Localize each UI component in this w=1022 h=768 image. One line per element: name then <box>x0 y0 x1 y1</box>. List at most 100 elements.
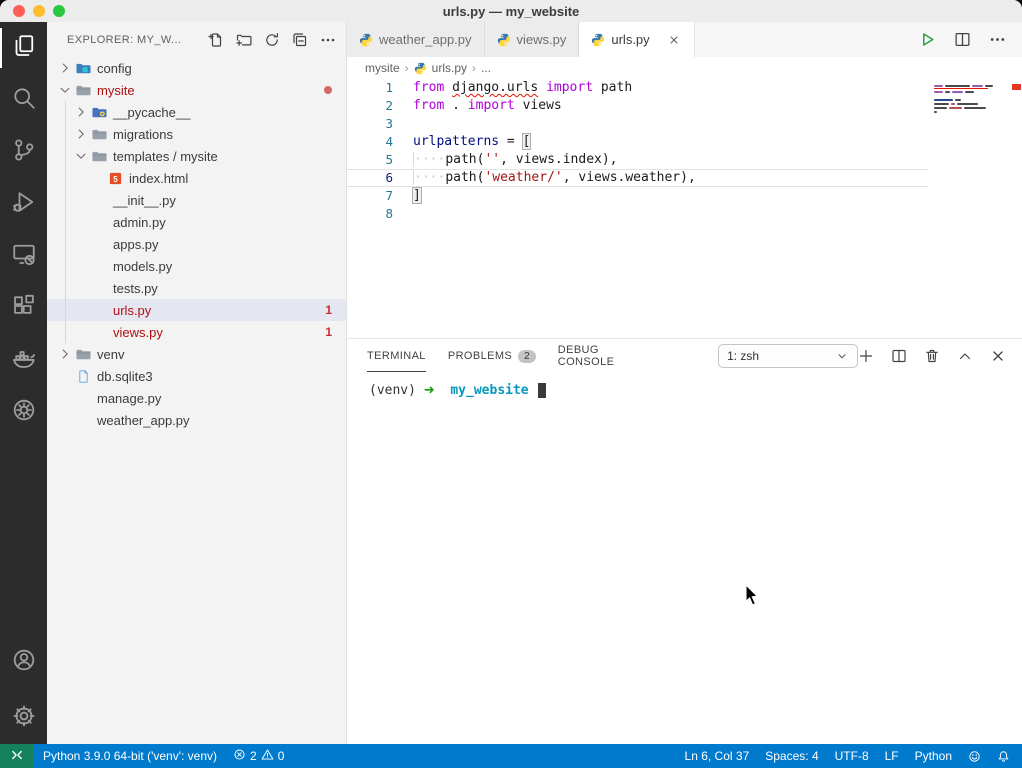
python-file-icon <box>359 33 373 47</box>
line-number: 1 <box>347 79 393 97</box>
terminal-content[interactable]: (venv) ➜ my_website <box>347 373 1022 398</box>
tab-terminal[interactable]: TERMINAL <box>367 341 426 372</box>
close-panel-button[interactable] <box>990 348 1006 364</box>
tab-urls-py[interactable]: urls.py <box>579 22 694 57</box>
new-terminal-button[interactable] <box>858 348 874 364</box>
tab-label: weather_app.py <box>379 32 472 47</box>
line-number: 5 <box>347 151 393 169</box>
code-line-4[interactable]: 4urlpatterns = [ <box>347 133 928 151</box>
activity-search[interactable] <box>0 74 47 126</box>
code-line-2[interactable]: 2from . import views <box>347 97 928 115</box>
tree-item-venv[interactable]: venv <box>47 343 346 365</box>
panel-tab-label: TERMINAL <box>367 350 426 362</box>
code-line-7[interactable]: 7] <box>347 187 928 205</box>
run-python-file-button[interactable] <box>919 31 936 48</box>
tab-label: urls.py <box>611 32 649 47</box>
html-icon: 5 <box>107 170 123 186</box>
python-interpreter-status[interactable]: Python 3.9.0 64-bit ('venv': venv) <box>43 749 217 763</box>
close-window-button[interactable] <box>13 5 25 17</box>
search-icon <box>12 86 36 115</box>
terminal-shell-select[interactable]: 1: zsh <box>718 344 858 368</box>
tree-item-views-py[interactable]: views.py1 <box>47 321 346 343</box>
minimize-window-button[interactable] <box>33 5 45 17</box>
tree-item-tests-py[interactable]: tests.py <box>47 277 346 299</box>
activity-manage[interactable] <box>0 692 47 744</box>
tree-item-weather-app-py[interactable]: weather_app.py <box>47 409 346 431</box>
editor-tab-bar: weather_app.py views.py urls.py <box>347 22 1022 57</box>
maximize-panel-button[interactable] <box>957 348 973 364</box>
python-icon <box>91 258 107 274</box>
kill-terminal-button[interactable] <box>924 348 940 364</box>
tree-item-migrations[interactable]: migrations <box>47 123 346 145</box>
feedback-smiley-icon[interactable] <box>968 750 981 763</box>
activity-accounts[interactable] <box>0 636 47 688</box>
folder-gray-icon <box>75 82 91 98</box>
tree-item-pycache[interactable]: __pycache__ <box>47 101 346 123</box>
tree-item-admin-py[interactable]: admin.py <box>47 211 346 233</box>
tab-views-py[interactable]: views.py <box>485 22 580 57</box>
code-editor[interactable]: 1from django.urls import path2from . imp… <box>347 79 1022 338</box>
new-folder-button[interactable] <box>236 32 252 48</box>
activity-run-and-debug[interactable] <box>0 178 47 230</box>
more-actions-button[interactable] <box>320 32 336 48</box>
notifications-bell-icon[interactable] <box>997 750 1010 763</box>
split-terminal-button[interactable] <box>891 348 907 364</box>
activity-explorer[interactable] <box>0 22 47 74</box>
tree-item-apps-py[interactable]: apps.py <box>47 233 346 255</box>
tree-item-config[interactable]: config <box>47 57 346 79</box>
breadcrumb-symbol[interactable]: ... <box>481 61 491 75</box>
tree-item-label: migrations <box>113 127 173 142</box>
tree-item-models-py[interactable]: models.py <box>47 255 346 277</box>
tree-item-label: urls.py <box>113 303 151 318</box>
activity-containers[interactable] <box>0 386 47 438</box>
line-number: 8 <box>347 205 393 223</box>
tree-item-mysite[interactable]: mysite <box>47 79 346 101</box>
folder-gray-icon <box>75 346 91 362</box>
code-line-6[interactable]: 6····path('weather/', views.weather), <box>347 169 928 187</box>
code-line-1[interactable]: 1from django.urls import path <box>347 79 928 97</box>
zoom-window-button[interactable] <box>53 5 65 17</box>
tree-item-index-html[interactable]: 5index.html <box>47 167 346 189</box>
encoding-status[interactable]: UTF-8 <box>835 749 869 763</box>
more-editor-actions-button[interactable] <box>989 31 1006 48</box>
breadcrumb-urls-py[interactable]: urls.py <box>432 61 467 75</box>
remote-indicator[interactable] <box>0 744 33 768</box>
activity-docker[interactable] <box>0 334 47 386</box>
new-file-button[interactable] <box>208 32 224 48</box>
line-number: 2 <box>347 97 393 115</box>
activity-source-control[interactable] <box>0 126 47 178</box>
code-line-8[interactable]: 8 <box>347 205 928 223</box>
breadcrumb-mysite[interactable]: mysite <box>365 61 400 75</box>
tree-item-db-sqlite3[interactable]: db.sqlite3 <box>47 365 346 387</box>
tree-item-templates-mysite[interactable]: templates / mysite <box>47 145 346 167</box>
activity-remote-explorer[interactable] <box>0 230 47 282</box>
close-tab-icon[interactable] <box>666 32 682 48</box>
tab-weather-app-py[interactable]: weather_app.py <box>347 22 485 57</box>
line-number: 6 <box>347 169 393 187</box>
eol-status[interactable]: LF <box>885 749 899 763</box>
warning-icon <box>261 748 274 764</box>
tab-problems[interactable]: PROBLEMS 2 <box>448 341 536 372</box>
chevron-right-icon <box>57 346 73 362</box>
language-mode-status[interactable]: Python <box>915 749 952 763</box>
tree-item-urls-py[interactable]: urls.py1 <box>47 299 346 321</box>
refresh-explorer-button[interactable] <box>264 32 280 48</box>
editor-actions <box>919 22 1022 57</box>
split-editor-button[interactable] <box>954 31 971 48</box>
bottom-panel: TERMINAL PROBLEMS 2 DEBUG CONSOLE 1: zsh… <box>347 338 1022 744</box>
problems-status[interactable]: 2 0 <box>233 748 284 764</box>
tree-item-init-py[interactable]: __init__.py <box>47 189 346 211</box>
code-line-3[interactable]: 3 <box>347 115 928 133</box>
panel-tab-label: PROBLEMS <box>448 350 512 362</box>
tab-debug-console[interactable]: DEBUG CONSOLE <box>558 335 654 377</box>
collapse-folders-button[interactable] <box>292 32 308 48</box>
indentation-status[interactable]: Spaces: 4 <box>765 749 818 763</box>
tree-item-label: views.py <box>113 325 163 340</box>
cursor-position-status[interactable]: Ln 6, Col 37 <box>685 749 750 763</box>
tree-item-label: weather_app.py <box>97 413 190 428</box>
code-line-5[interactable]: 5····path('', views.index), <box>347 151 928 169</box>
error-icon <box>233 748 246 764</box>
minimap[interactable] <box>934 85 1006 115</box>
tree-item-manage-py[interactable]: manage.py <box>47 387 346 409</box>
activity-extensions[interactable] <box>0 282 47 334</box>
